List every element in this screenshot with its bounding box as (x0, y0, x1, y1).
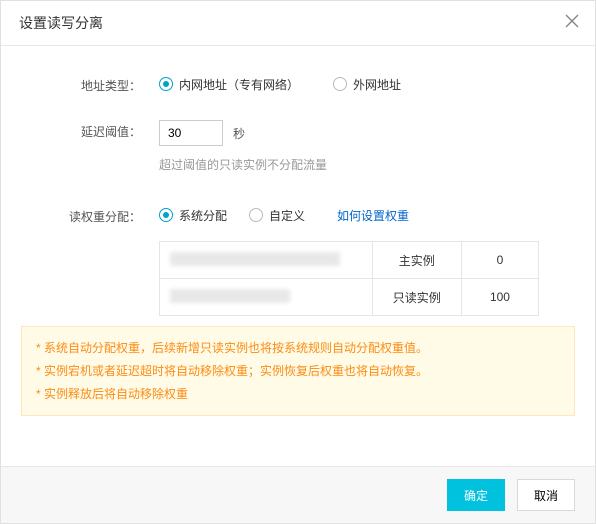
radio-icon (249, 208, 263, 222)
radio-icon (159, 208, 173, 222)
radio-external-address[interactable]: 外网地址 (333, 76, 401, 93)
weight-radios: 系统分配 自定义 如何设置权重 (159, 205, 575, 225)
label-threshold: 延迟阈值： (21, 120, 159, 140)
radio-icon (333, 77, 347, 91)
address-type-radios: 内网地址（专有网络） 外网地址 (159, 74, 575, 94)
instance-id-cell (160, 242, 373, 279)
dialog-header: 设置读写分离 (1, 1, 595, 46)
instance-type-cell: 只读实例 (372, 279, 461, 316)
radio-icon (159, 77, 173, 91)
dialog-footer: 确定 取消 (1, 466, 595, 523)
masked-text (170, 289, 290, 303)
threshold-unit: 秒 (233, 125, 245, 142)
row-weight: 读权重分配： 系统分配 自定义 如何设置权重 主实 (21, 205, 575, 316)
threshold-hint: 超过阈值的只读实例不分配流量 (159, 156, 575, 173)
note-line: 系统自动分配权重，后续新增只读实例也将按系统规则自动分配权重值。 (36, 337, 560, 360)
dialog: 设置读写分离 地址类型： 内网地址（专有网络） 外网地址 (0, 0, 596, 524)
note-line: 实例释放后将自动移除权重 (36, 383, 560, 406)
table-row: 主实例 0 (160, 242, 539, 279)
radio-internal-address[interactable]: 内网地址（专有网络） (159, 76, 299, 93)
radio-system-weight[interactable]: 系统分配 (159, 207, 227, 224)
row-address-type: 地址类型： 内网地址（专有网络） 外网地址 (21, 74, 575, 94)
masked-text (170, 252, 340, 266)
dialog-body: 地址类型： 内网地址（专有网络） 外网地址 延迟阈值： (1, 46, 595, 316)
instance-id-cell (160, 279, 373, 316)
radio-custom-weight[interactable]: 自定义 (249, 207, 305, 224)
dialog-title: 设置读写分离 (19, 15, 103, 31)
table-row: 只读实例 100 (160, 279, 539, 316)
row-threshold: 延迟阈值： 秒 超过阈值的只读实例不分配流量 (21, 120, 575, 173)
ok-button[interactable]: 确定 (447, 479, 505, 511)
weight-table: 主实例 0 只读实例 100 (159, 241, 539, 316)
instance-type-cell: 主实例 (372, 242, 461, 279)
weight-help-link[interactable]: 如何设置权重 (337, 207, 409, 224)
notes-box: 系统自动分配权重，后续新增只读实例也将按系统规则自动分配权重值。 实例宕机或者延… (21, 326, 575, 416)
close-icon[interactable] (565, 1, 579, 45)
label-address-type: 地址类型： (21, 74, 159, 94)
cancel-button[interactable]: 取消 (517, 479, 575, 511)
note-line: 实例宕机或者延迟超时将自动移除权重；实例恢复后权重也将自动恢复。 (36, 360, 560, 383)
label-weight: 读权重分配： (21, 205, 159, 225)
threshold-input[interactable] (159, 120, 223, 146)
instance-weight-cell: 0 (461, 242, 538, 279)
instance-weight-cell: 100 (461, 279, 538, 316)
